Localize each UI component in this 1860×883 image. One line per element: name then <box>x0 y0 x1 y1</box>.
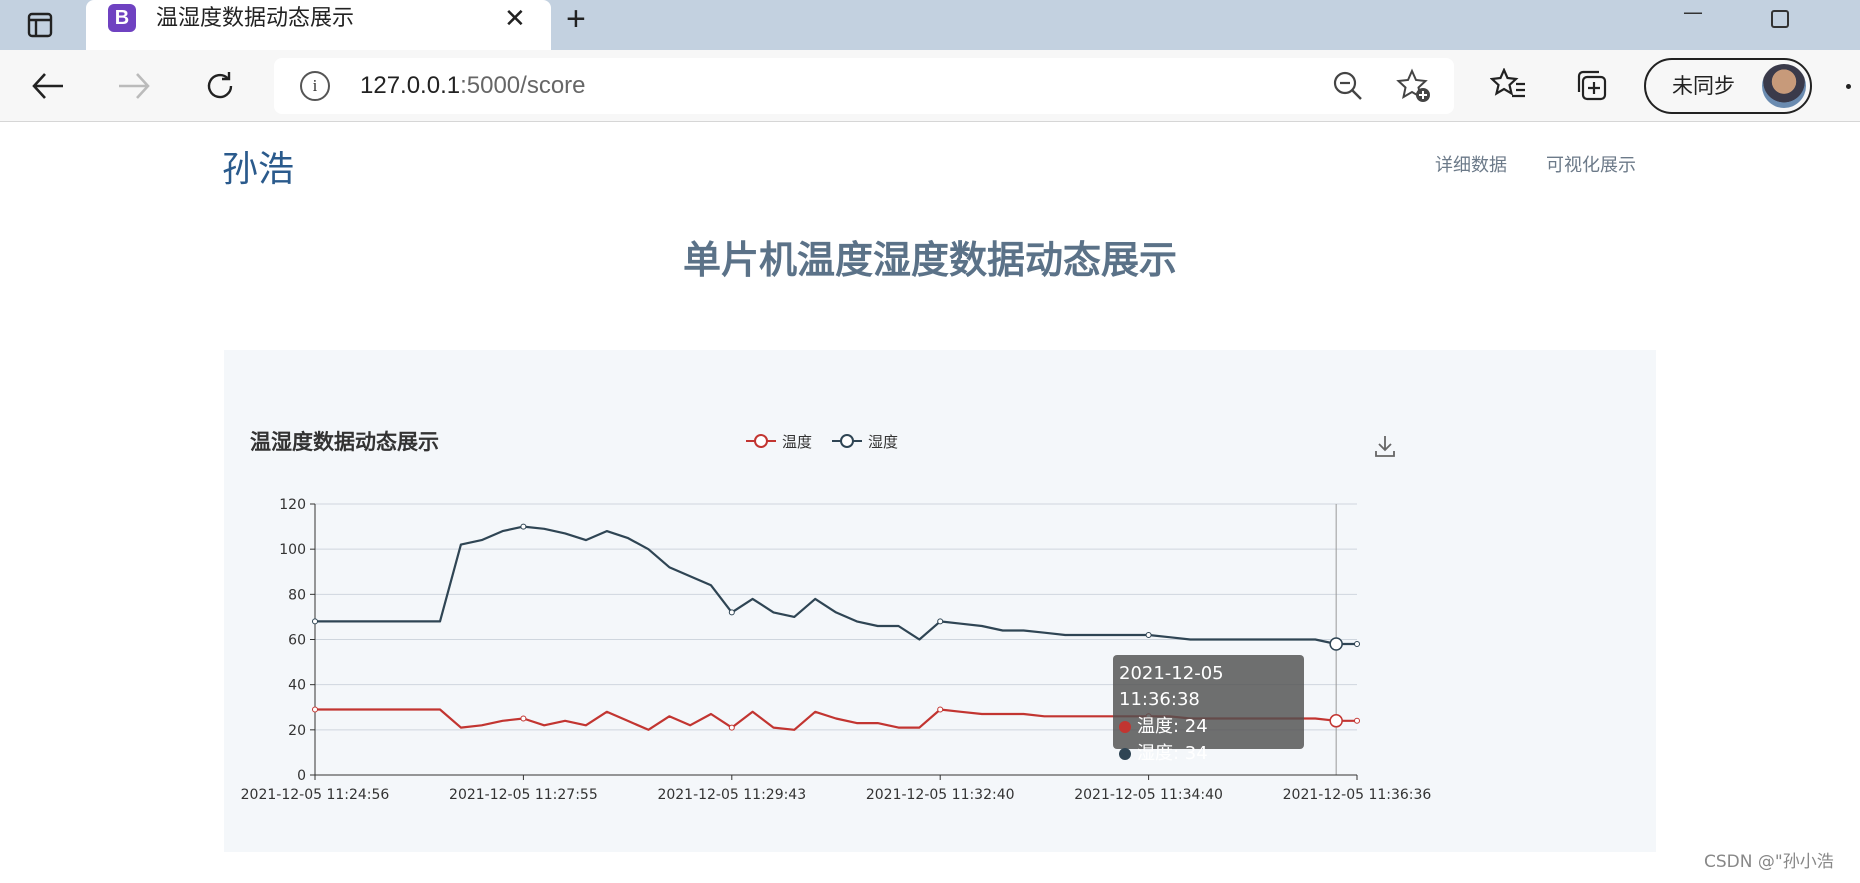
legend-item-temperature[interactable]: 温度 <box>746 431 812 451</box>
bootstrap-favicon-icon: B <box>108 4 136 32</box>
maximize-window-icon[interactable] <box>1771 10 1789 28</box>
legend-line-icon <box>832 434 862 448</box>
chart-title: 温湿度数据动态展示 <box>250 430 439 454</box>
collections-icon[interactable] <box>1574 68 1608 102</box>
reload-icon <box>207 72 233 99</box>
nav-link-visualization[interactable]: 可视化展示 <box>1546 154 1636 178</box>
new-tab-icon[interactable]: + <box>566 2 586 36</box>
series-dot-icon <box>1119 747 1131 760</box>
sync-status-label: 未同步 <box>1672 74 1735 98</box>
tooltip-time: 2021-12-05 11:36:38 <box>1119 663 1224 710</box>
browser-toolbar: i 127.0.0.1:5000/score 未同步 <box>0 50 1860 122</box>
page-title: 单片机温度湿度数据动态展示 <box>682 238 1177 282</box>
site-brand[interactable]: 孙浩 <box>222 148 294 192</box>
tab-close-icon[interactable]: ✕ <box>504 4 526 34</box>
tab-panel-icon <box>27 12 53 38</box>
tab-title: 温湿度数据动态展示 <box>156 6 355 31</box>
watermark: CSDN @"孙小浩 <box>1704 852 1834 872</box>
tooltip-row-temperature: 温度: 24 <box>1119 713 1298 740</box>
chart-tooltip: 2021-12-05 11:36:38 温度: 24 湿度: 34 <box>1113 655 1304 764</box>
chart-container <box>224 350 1656 852</box>
nav-link-details[interactable]: 详细数据 <box>1435 154 1507 178</box>
address-bar[interactable]: i 127.0.0.1:5000/score <box>274 58 1454 114</box>
legend-label: 温度 <box>782 432 813 451</box>
legend-item-humidity[interactable]: 湿度 <box>832 431 898 451</box>
active-tab[interactable]: B 温湿度数据动态展示 ✕ <box>86 0 551 50</box>
back-arrow-icon <box>32 73 63 99</box>
add-favorite-icon[interactable] <box>1396 68 1432 104</box>
back-button[interactable] <box>26 64 70 108</box>
profile-button[interactable]: 未同步 <box>1644 58 1812 114</box>
url-text[interactable]: 127.0.0.1:5000/score <box>360 70 586 102</box>
favorites-icon[interactable] <box>1490 68 1526 102</box>
tab-strip: B 温湿度数据动态展示 ✕ + — <box>0 0 1860 50</box>
zoom-out-icon[interactable] <box>1332 70 1364 102</box>
minimize-window-icon[interactable]: — <box>1683 0 1703 24</box>
forward-arrow-icon <box>119 73 150 99</box>
more-menu-icon[interactable] <box>1846 84 1851 89</box>
site-info-icon[interactable]: i <box>300 71 330 101</box>
tab-actions-button[interactable] <box>20 8 60 42</box>
avatar <box>1762 64 1806 108</box>
series-dot-icon <box>1119 720 1131 733</box>
legend-label: 湿度 <box>868 432 899 451</box>
tooltip-row-humidity: 湿度: 34 <box>1119 740 1298 767</box>
forward-button[interactable] <box>112 64 156 108</box>
reload-button[interactable] <box>198 64 242 108</box>
download-icon[interactable] <box>1374 434 1396 458</box>
legend-line-icon <box>746 434 776 448</box>
